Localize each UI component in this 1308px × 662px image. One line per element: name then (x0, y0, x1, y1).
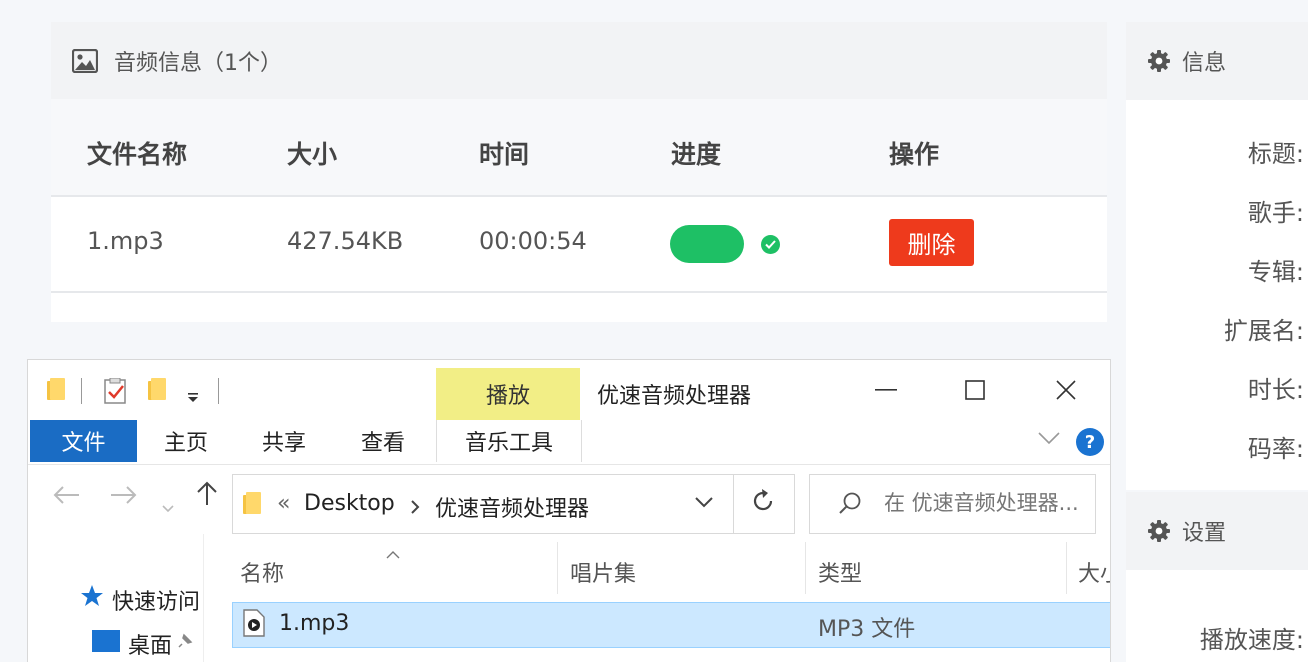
duration-label: 时长: (1247, 376, 1304, 404)
info-header: 信息 (1126, 22, 1308, 100)
check-circle-icon (761, 235, 780, 254)
file-name-cell: 1.mp3 (87, 227, 164, 255)
settings-header: 设置 (1126, 492, 1308, 570)
navigation-bar: « Desktop 优速音频处理器 (28, 464, 1110, 534)
breadcrumb-desktop[interactable]: Desktop (304, 491, 395, 516)
file-time-cell: 00:00:54 (479, 227, 587, 255)
customize-dropdown-icon[interactable] (186, 388, 200, 407)
nav-desktop[interactable]: 桌面 (128, 628, 172, 660)
audio-panel-title: 音频信息（1个） (114, 50, 282, 76)
audio-panel-header: 音频信息（1个） (51, 22, 1107, 99)
breadcrumb-separator-icon[interactable] (411, 495, 420, 520)
tab-play[interactable]: 播放 (436, 368, 580, 420)
progress-bar (670, 225, 744, 263)
tab-file[interactable]: 文件 (30, 420, 137, 462)
settings-title: 设置 (1182, 521, 1227, 546)
image-icon (72, 48, 98, 74)
address-bar[interactable]: « Desktop 优速音频处理器 (232, 474, 795, 534)
forward-arrow-icon[interactable] (110, 482, 138, 512)
audio-file-icon (243, 609, 265, 643)
ribbon: 文件 主页 共享 查看 音乐工具 ? (28, 420, 1110, 465)
tab-share[interactable]: 共享 (251, 420, 317, 462)
col-progress: 进度 (671, 140, 722, 169)
title-bar: 播放 优速音频处理器 (28, 360, 1110, 420)
search-icon (838, 491, 862, 519)
sort-ascending-icon (386, 540, 400, 565)
info-title: 信息 (1182, 51, 1227, 76)
col-size: 大小 (287, 140, 338, 169)
recent-locations-icon[interactable] (162, 490, 174, 520)
back-arrow-icon[interactable] (52, 482, 80, 512)
gear-icon (1146, 518, 1172, 544)
col-album[interactable]: 唱片集 (570, 556, 636, 588)
gear-icon (1146, 48, 1172, 74)
title-label: 标题: (1247, 140, 1304, 168)
file-size-cell: 427.54KB (287, 227, 404, 255)
album-label: 专辑: (1247, 258, 1304, 286)
file-list-header: 名称 唱片集 类型 大小 (232, 534, 1110, 602)
expand-ribbon-icon[interactable] (1038, 430, 1060, 449)
info-sidebar: 信息 标题: 歌手: 专辑: 扩展名: 时长: 码率: (1126, 22, 1308, 490)
tab-view[interactable]: 查看 (350, 420, 416, 462)
search-box[interactable] (809, 474, 1096, 534)
up-arrow-icon[interactable] (196, 480, 218, 513)
breadcrumb-overflow[interactable]: « (277, 491, 290, 516)
minimize-button[interactable] (866, 374, 906, 406)
help-icon[interactable]: ? (1076, 428, 1104, 456)
delete-button[interactable]: 删除 (889, 219, 974, 266)
maximize-button[interactable] (955, 374, 995, 406)
navigation-pane: 快速访问 桌面 (28, 534, 204, 662)
address-dropdown-icon[interactable] (695, 493, 713, 512)
nav-quick-access[interactable]: 快速访问 (112, 584, 204, 616)
artist-label: 歌手: (1247, 199, 1304, 227)
playback-speed-label: 播放速度: (1199, 626, 1304, 654)
file-name: 1.mp3 (279, 611, 350, 636)
file-type: MP3 文件 (818, 617, 916, 642)
tab-home[interactable]: 主页 (153, 420, 219, 462)
col-type[interactable]: 类型 (818, 556, 862, 588)
table-row: 1.mp3 427.54KB 00:00:54 删除 (51, 195, 1107, 293)
col-name[interactable]: 名称 (240, 556, 284, 588)
star-icon (80, 584, 104, 612)
refresh-icon[interactable] (751, 488, 775, 521)
settings-sidebar: 设置 播放速度: (1126, 492, 1308, 662)
breadcrumb-current[interactable]: 优速音频处理器 (435, 491, 589, 523)
pin-icon (178, 632, 194, 652)
list-item[interactable]: 1.mp3 MP3 文件 (232, 602, 1110, 648)
close-button[interactable] (1046, 374, 1086, 406)
audio-info-panel: 音频信息（1个） 文件名称 大小 时间 进度 操作 1.mp3 427.54KB… (51, 22, 1107, 322)
folder-icon (47, 378, 65, 400)
col-size[interactable]: 大小 (1078, 556, 1110, 588)
explorer-window: 播放 优速音频处理器 文件 主页 共享 查看 音乐工具 ? « Desktop … (28, 360, 1110, 662)
bitrate-label: 码率: (1247, 435, 1304, 463)
new-folder-icon[interactable] (148, 378, 166, 400)
search-input[interactable] (884, 487, 1092, 519)
col-filename: 文件名称 (87, 140, 188, 169)
folder-icon (243, 492, 261, 514)
tab-music-tools[interactable]: 音乐工具 (436, 420, 582, 462)
audio-table-header: 文件名称 大小 时间 进度 操作 (51, 99, 1107, 195)
extension-label: 扩展名: (1223, 317, 1304, 345)
desktop-icon (92, 630, 120, 652)
properties-icon[interactable] (104, 377, 128, 408)
col-action: 操作 (889, 140, 940, 169)
col-time: 时间 (479, 140, 530, 169)
window-title: 优速音频处理器 (597, 384, 752, 409)
